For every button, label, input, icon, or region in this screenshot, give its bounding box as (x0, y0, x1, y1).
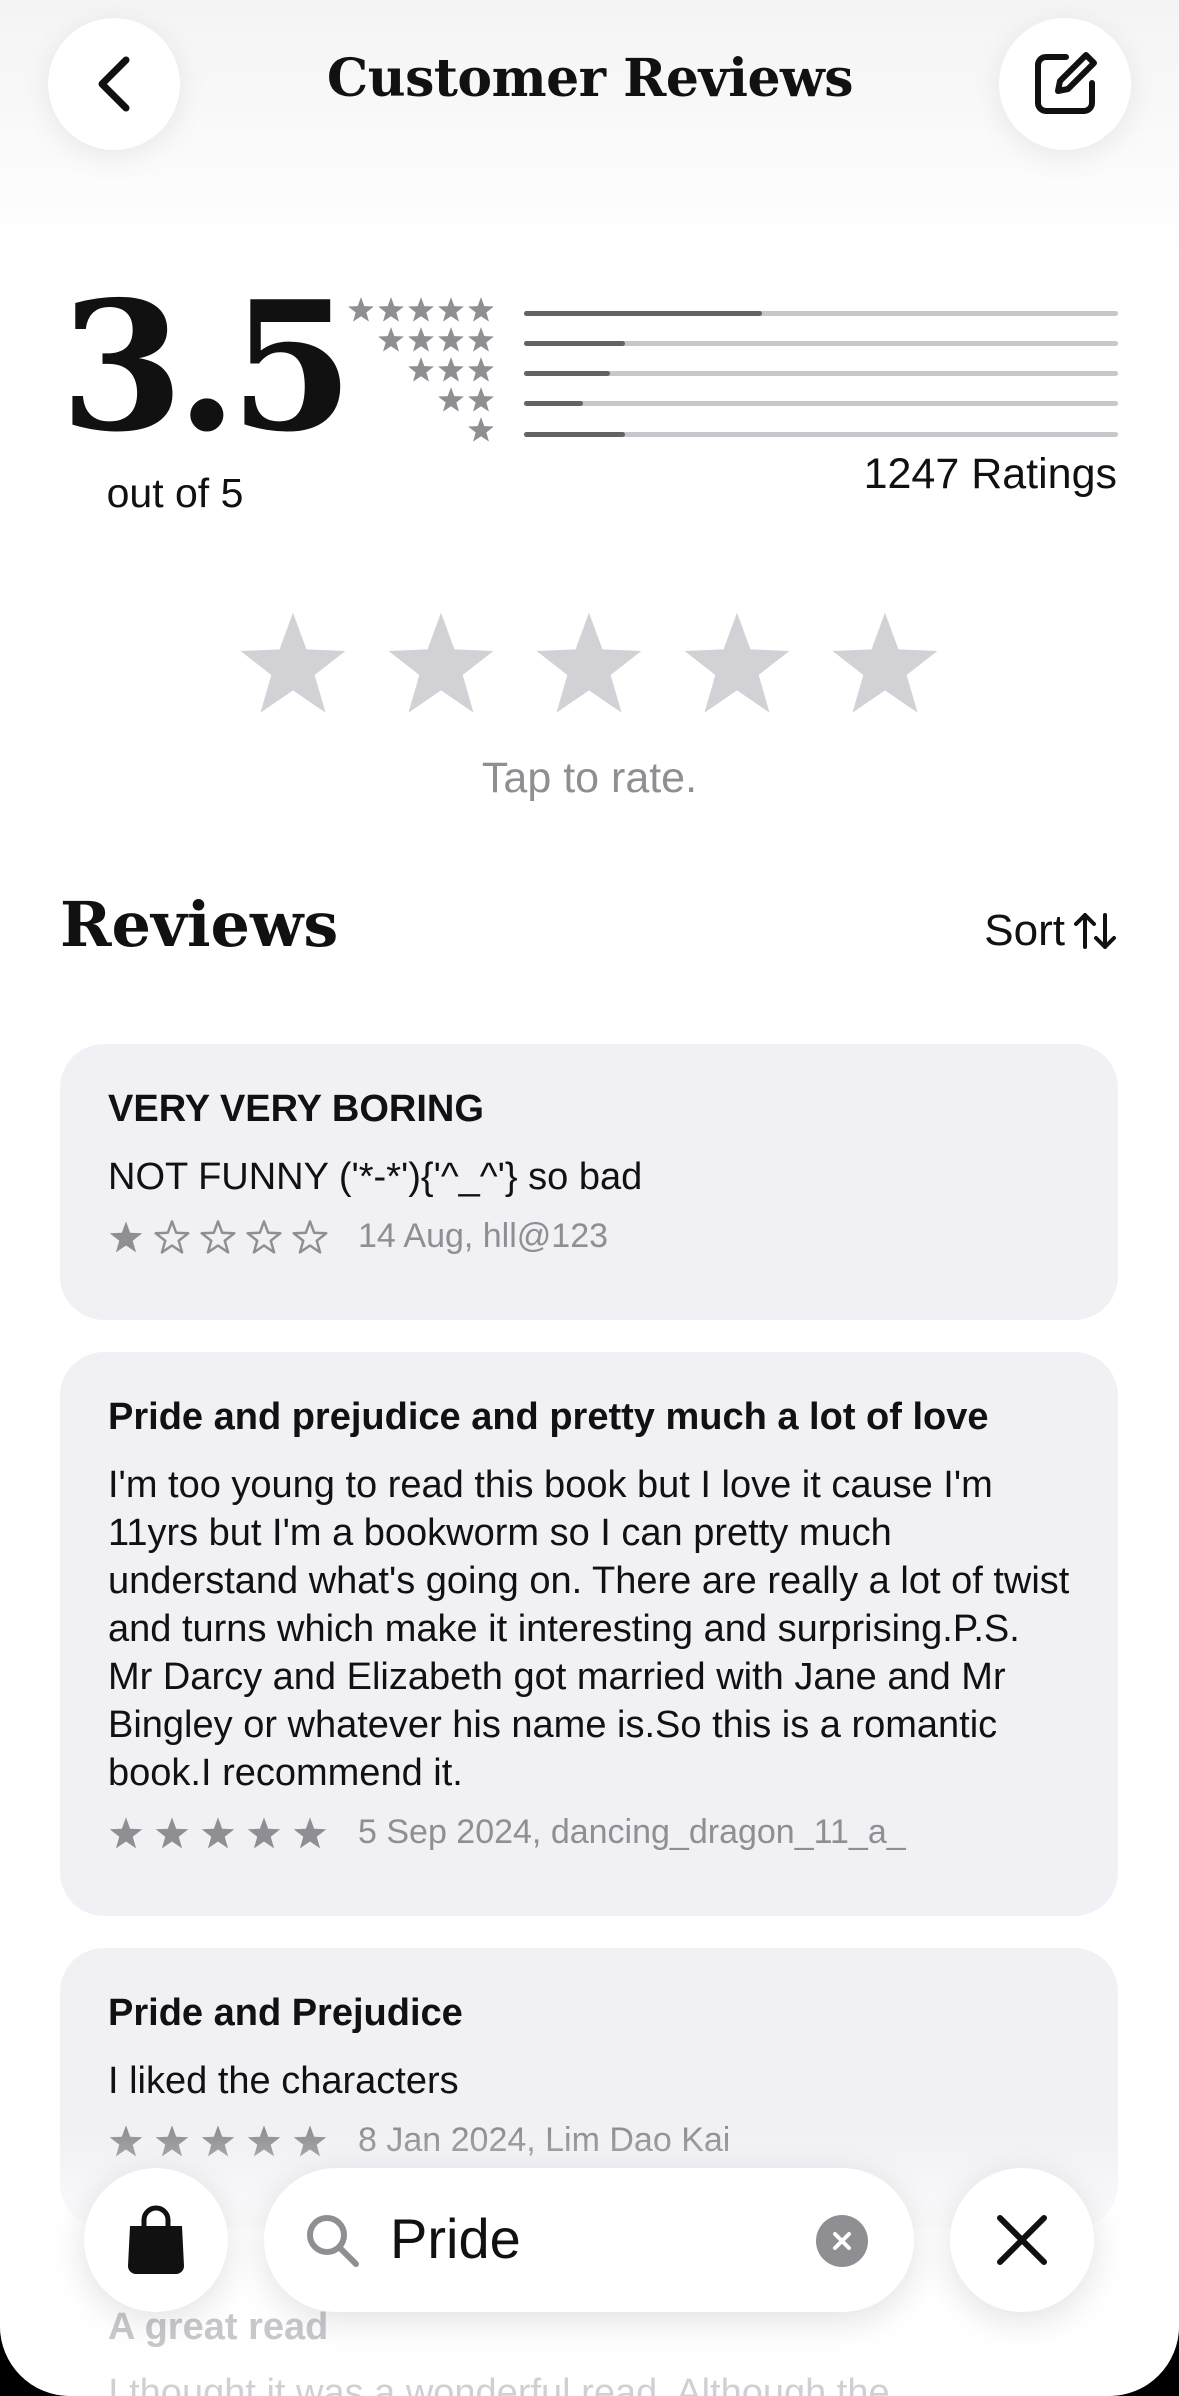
histogram-star-label (407, 356, 495, 384)
star-icon (437, 386, 465, 414)
histogram-bar (524, 401, 1118, 406)
histogram-bar (524, 432, 1118, 437)
histogram-bar-fill (524, 432, 625, 437)
review-meta: 5 Sep 2024, dancing_dragon_11_a_ (108, 1813, 1070, 1852)
histogram-bar-fill (524, 371, 611, 376)
back-button[interactable] (48, 18, 180, 150)
review-body: I liked the characters (108, 2060, 459, 2102)
star-icon (407, 326, 435, 354)
close-button[interactable] (950, 2168, 1094, 2312)
close-icon (997, 2215, 1047, 2265)
sort-button[interactable]: Sort (984, 906, 1117, 956)
histogram-bar-fill (524, 401, 584, 406)
shopping-bag-icon (128, 2205, 184, 2274)
histogram-star-label (467, 416, 495, 444)
sort-label: Sort (984, 906, 1065, 955)
out-of-label: out of 5 (106, 470, 244, 516)
histogram-star-label (377, 326, 495, 354)
arrow-up-down-icon (1074, 913, 1116, 949)
histogram-bar (524, 311, 1118, 316)
star-icon (467, 326, 495, 354)
histogram-star-label (347, 296, 495, 324)
review-title: Pride and prejudice and pretty much a lo… (108, 1396, 989, 1438)
compose-icon (1035, 52, 1097, 114)
star-icon (377, 326, 405, 354)
star-icon (377, 296, 405, 324)
search-input[interactable] (390, 2206, 790, 2271)
average-score: 3.5 (60, 262, 354, 471)
star-filled-icon (292, 1816, 328, 1850)
review-body: NOT FUNNY ('*-*'){'^_^'} so bad (108, 1156, 643, 1198)
star-filled-icon (200, 1816, 236, 1850)
rate-star-button[interactable] (532, 608, 646, 718)
search-icon (307, 2215, 359, 2267)
review-card[interactable]: VERY VERY BORING NOT FUNNY ('*-*'){'^_^'… (60, 1044, 1118, 1320)
header-background (0, 0, 1179, 260)
star-icon (437, 356, 465, 384)
star-filled-icon (246, 1816, 282, 1850)
histogram-bar (524, 341, 1118, 346)
star-icon (437, 326, 465, 354)
review-title-peek: A great read (108, 2306, 329, 2348)
histogram-bar-fill (524, 341, 625, 346)
review-meta: 14 Aug, hll@123 (108, 1217, 1070, 1256)
star-filled-icon (108, 1220, 144, 1254)
tap-to-rate-label: Tap to rate. (481, 754, 698, 802)
review-date-author: 5 Sep 2024, dancing_dragon_11_a_ (358, 1813, 906, 1851)
page-title: Customer Reviews (326, 48, 854, 109)
star-empty-icon (246, 1219, 282, 1254)
review-body: I'm too young to read this book but I lo… (108, 1464, 1070, 1794)
review-date-author: 14 Aug, hll@123 (358, 1217, 609, 1255)
histogram-star-label (437, 386, 495, 414)
review-title: Pride and Prejudice (108, 1992, 463, 2034)
rate-star-button[interactable] (680, 608, 794, 718)
star-icon (467, 416, 495, 444)
star-icon (347, 296, 375, 324)
search-bar[interactable] (264, 2168, 914, 2312)
write-review-button[interactable] (999, 18, 1131, 150)
star-icon (407, 356, 435, 384)
star-icon (467, 296, 495, 324)
review-stars (108, 1219, 328, 1254)
histogram-bar-fill (524, 311, 762, 316)
reviews-screen: Customer Reviews 3.5 out of 5 1247 Ratin… (0, 0, 1179, 2396)
rate-star-button[interactable] (828, 608, 942, 718)
review-card[interactable]: Pride and prejudice and pretty much a lo… (60, 1352, 1118, 1916)
star-icon (437, 296, 465, 324)
star-icon (467, 386, 495, 414)
store-button[interactable] (84, 2168, 228, 2312)
histogram-bar (524, 371, 1118, 376)
clear-circle-icon (833, 2232, 851, 2250)
reviews-heading: Reviews (60, 888, 339, 961)
star-empty-icon (154, 1219, 190, 1254)
star-icon (407, 296, 435, 324)
star-empty-icon (200, 1219, 236, 1254)
rate-star-button[interactable] (236, 608, 350, 718)
chevron-left-icon (98, 56, 130, 112)
review-body-peek: I thought it was a wonderful read. Altho… (108, 2372, 890, 2396)
star-filled-icon (154, 1816, 190, 1850)
tap-to-rate-stars (236, 608, 942, 718)
ratings-count: 1247 Ratings (863, 450, 1117, 498)
review-title: VERY VERY BORING (108, 1088, 484, 1130)
rate-star-button[interactable] (384, 608, 498, 718)
star-filled-icon (108, 1816, 144, 1850)
review-stars (108, 1816, 328, 1850)
star-icon (467, 356, 495, 384)
star-empty-icon (292, 1219, 328, 1254)
clear-search-button[interactable] (816, 2215, 868, 2267)
